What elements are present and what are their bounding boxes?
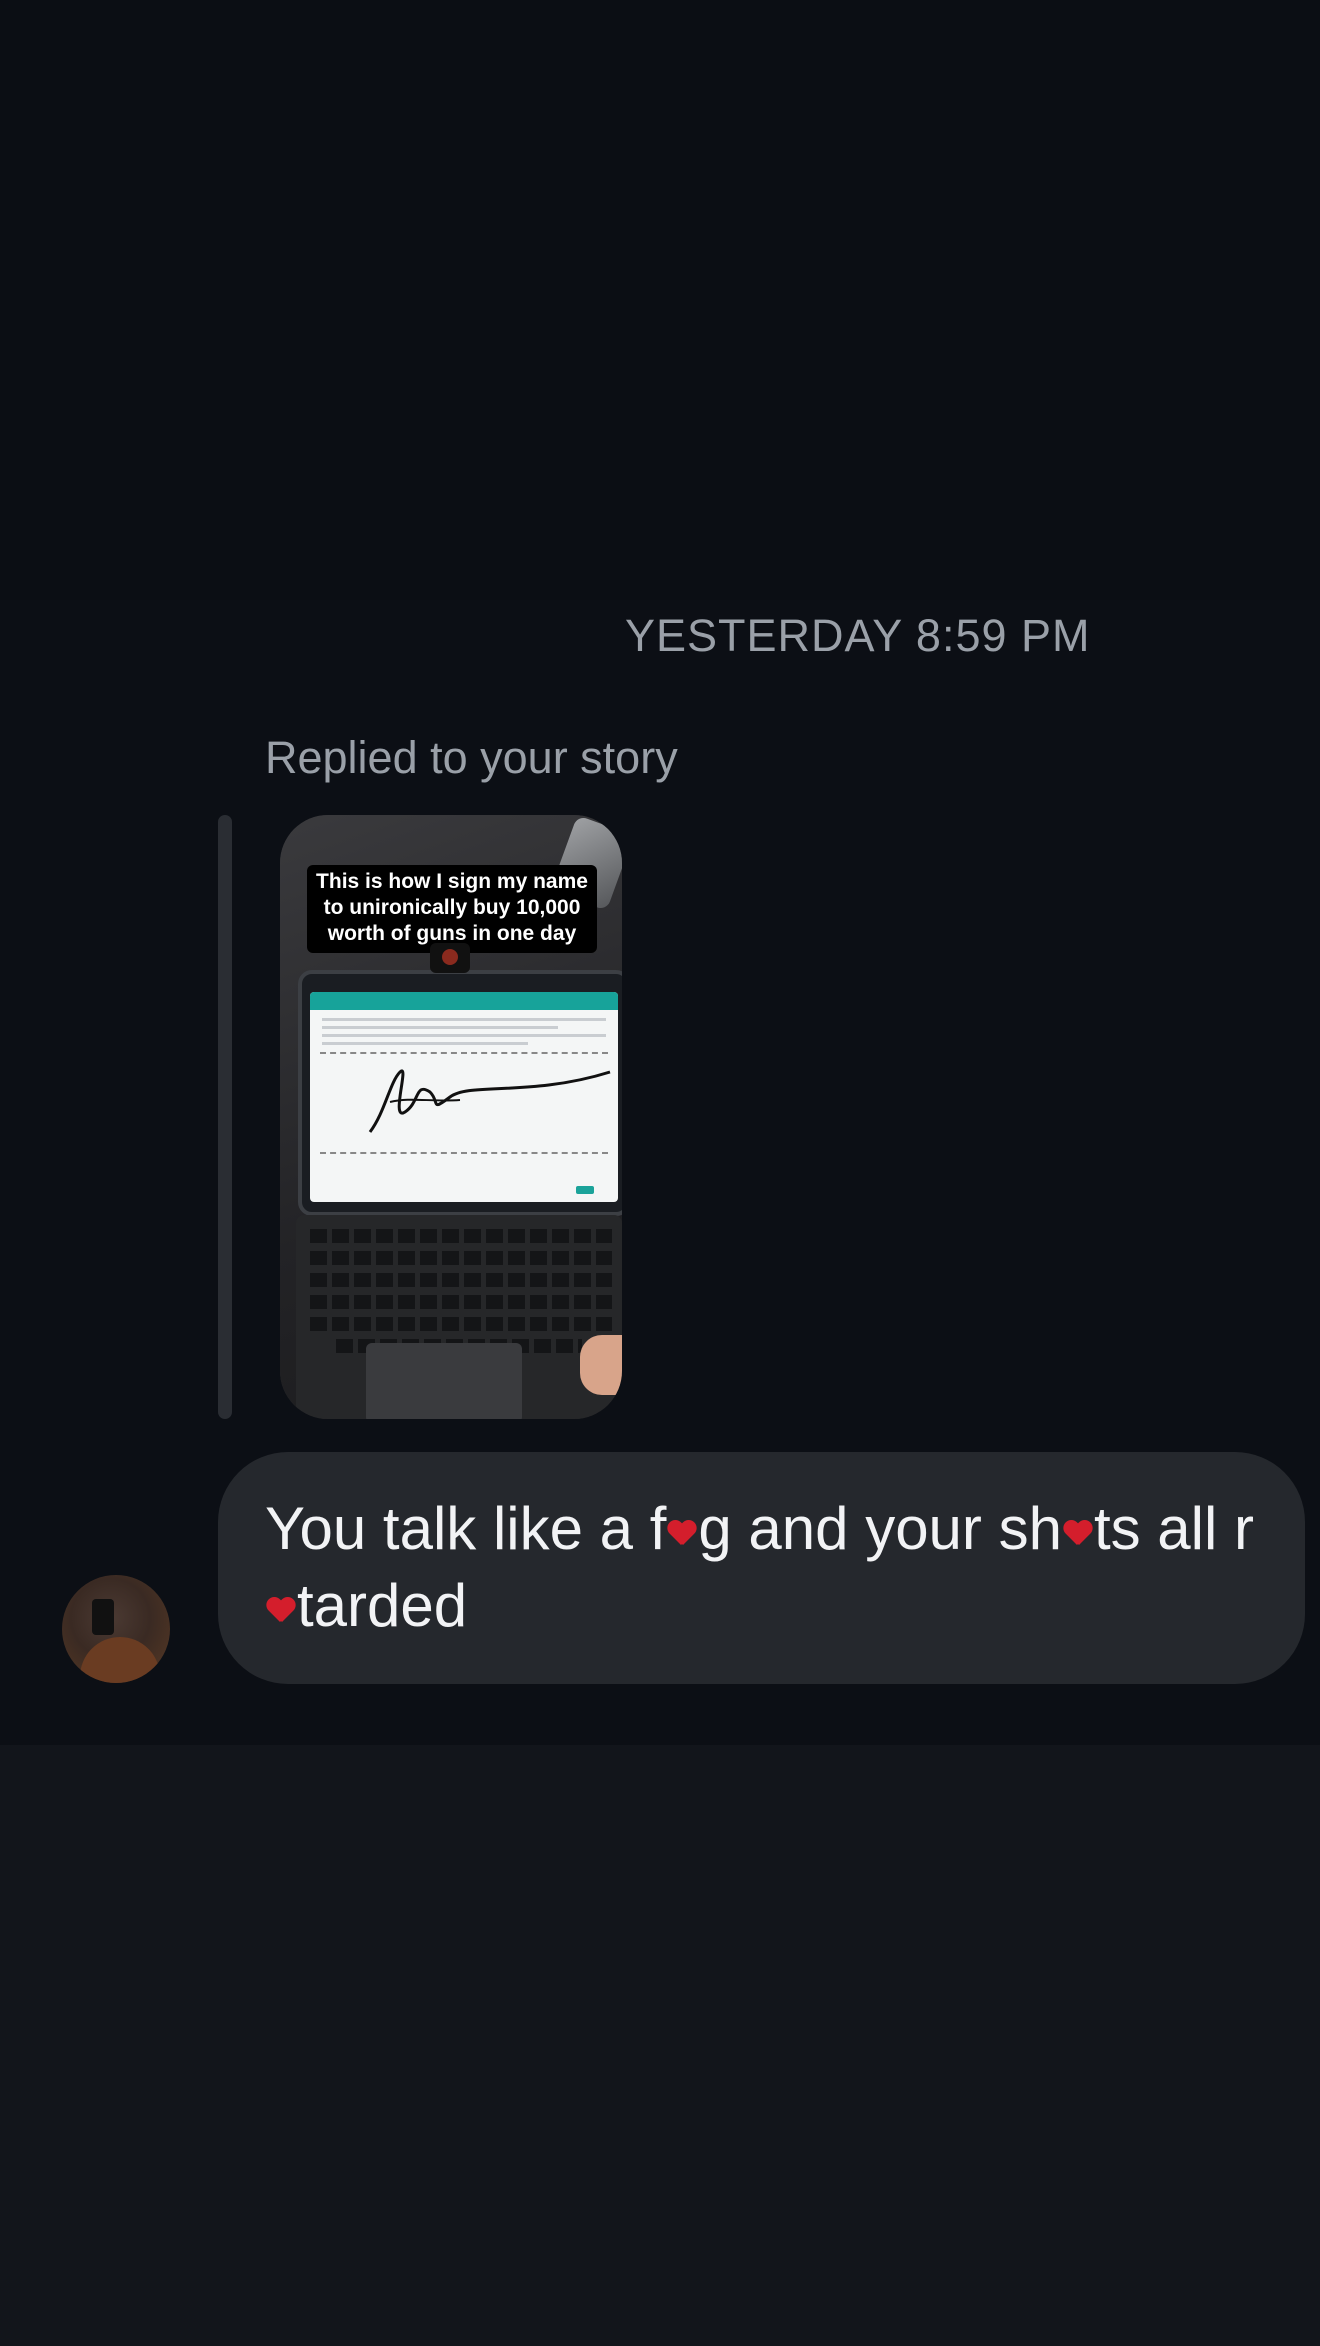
- reply-indicator-bar: [218, 815, 232, 1419]
- story-sticker: [430, 943, 470, 973]
- message-text-segment: g and your sh: [698, 1495, 1062, 1562]
- signature-scribble: [368, 1069, 611, 1133]
- red-heart-icon: [266, 1598, 296, 1626]
- avatar-phone: [92, 1599, 114, 1635]
- avatar-figure: [80, 1637, 160, 1683]
- laptop-trackpad: [366, 1343, 522, 1419]
- hand-thumb: [580, 1335, 622, 1395]
- empty-top-area: [0, 0, 1320, 600]
- message-bubble[interactable]: You talk like a f g and your sh ts all r ta…: [218, 1452, 1305, 1684]
- empty-bottom-area: [0, 1745, 1320, 2346]
- reply-context-label: Replied to your story: [265, 732, 678, 783]
- message-text-segment: ts all r: [1093, 1495, 1254, 1562]
- message-text-segment: You talk like a f: [265, 1495, 667, 1562]
- timestamp: YESTERDAY 8:59 PM: [625, 610, 1091, 661]
- story-caption-line: to unironically buy 10,000: [323, 896, 581, 919]
- story-caption: This is how I sign my name to unironical…: [307, 865, 597, 953]
- laptop-screen: [298, 970, 622, 1216]
- signature-form: [310, 992, 618, 1202]
- message-text-segment: tarded: [297, 1572, 468, 1639]
- sender-avatar[interactable]: [62, 1575, 170, 1683]
- red-heart-icon: [667, 1521, 697, 1549]
- message-text: You talk like a f g and your sh ts all r ta…: [265, 1490, 1275, 1644]
- story-caption-line: This is how I sign my name: [316, 870, 588, 893]
- red-heart-icon: [1063, 1521, 1093, 1549]
- story-reply-thumbnail[interactable]: This is how I sign my name to unironical…: [280, 815, 622, 1419]
